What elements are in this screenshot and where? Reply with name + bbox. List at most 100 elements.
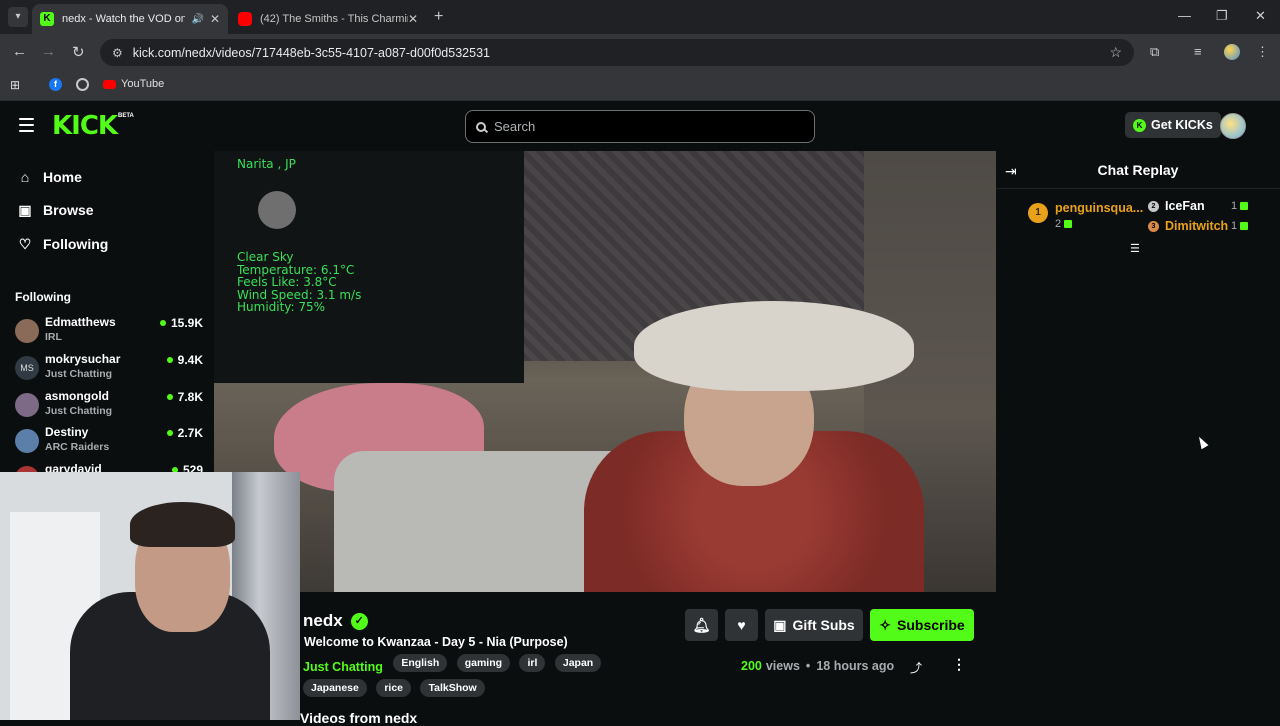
gift-subs-button[interactable]: ▣ Gift Subs [765, 609, 863, 641]
tag[interactable]: TalkShow [420, 679, 485, 697]
extensions-icon[interactable]: ⧉ [1150, 44, 1159, 60]
leaderboard-name[interactable]: penguinsqua... [1055, 201, 1143, 215]
site-header: KICK BETA K Get KICKs [0, 101, 1280, 151]
media-control-icon[interactable]: ≡ [1194, 44, 1202, 59]
address-bar[interactable]: ⚙ kick.com/nedx/videos/717448eb-3c55-410… [100, 39, 1134, 66]
share-icon[interactable]: ⤴ [910, 659, 922, 676]
channel-item[interactable]: MS mokrysuchar Just Chatting 9.4K [15, 352, 203, 384]
restore-icon[interactable]: ❐ [1216, 8, 1228, 24]
tab-kick[interactable]: K nedx - Watch the VOD on K 🔊 ✕ [32, 4, 228, 34]
tab-search-button[interactable]: ▾ [8, 7, 28, 27]
expand-leaderboard-icon[interactable]: ☰ [1130, 242, 1140, 255]
tag[interactable]: irl [519, 654, 546, 672]
channel-item[interactable]: asmongold Just Chatting 7.8K [15, 389, 203, 421]
viewer-count: 7.8K [166, 390, 203, 404]
tag[interactable]: gaming [456, 654, 511, 672]
bookmark-label: YouTube [121, 78, 165, 90]
facebook-icon: f [49, 78, 62, 91]
kick-logo[interactable]: KICK [52, 111, 118, 141]
weather-details: Clear Sky Temperature: 6.1°C Feels Like:… [237, 250, 362, 314]
avatar [15, 393, 39, 417]
back-icon[interactable]: ← [12, 43, 27, 60]
more-from-heading: Videos from nedx [300, 710, 418, 726]
heart-icon: ♥ [737, 617, 746, 633]
rank-3-badge: 3 [1148, 221, 1159, 232]
channel-item[interactable]: Destiny ARC Raiders 2.7K [15, 425, 203, 457]
weather-location: Narita , JP [237, 157, 296, 171]
follow-button[interactable]: ♥ [725, 609, 758, 641]
tag[interactable]: rice [376, 679, 412, 697]
leaderboard-name[interactable]: IceFan [1165, 199, 1205, 213]
live-dot-icon [166, 394, 173, 400]
more-options-icon[interactable]: ⋮ [952, 656, 966, 673]
tag-list: Just Chatting English gaming irl Japan J… [303, 654, 663, 704]
sidebar-item-browse[interactable]: ▣ Browse [16, 199, 94, 221]
search-bar[interactable] [465, 110, 815, 143]
tab-title: nedx - Watch the VOD on K [62, 13, 186, 25]
subscribe-button[interactable]: ✧ Subscribe [870, 609, 974, 641]
close-tab-icon[interactable]: ✕ [408, 12, 418, 26]
reload-icon[interactable]: ↻ [72, 43, 85, 61]
following-heading: Following [15, 290, 71, 304]
get-kicks-label: Get KICKs [1151, 118, 1213, 132]
globe-bookmark[interactable] [76, 78, 89, 91]
kick-favicon-icon: K [40, 12, 54, 26]
youtube-bookmark[interactable]: YouTube [103, 78, 164, 90]
get-kicks-button[interactable]: K Get KICKs [1125, 112, 1221, 138]
tag[interactable]: English [393, 654, 448, 672]
channel-title[interactable]: nedx ✓ [303, 611, 368, 631]
browser-toolbar: ← → ↻ ⚙ kick.com/nedx/videos/717448eb-3c… [0, 34, 1280, 70]
video-stats: 200 views • 18 hours ago [741, 659, 895, 673]
user-avatar[interactable] [1220, 113, 1246, 139]
hamburger-menu-icon[interactable] [19, 118, 34, 136]
rank-2-badge: 2 [1148, 201, 1159, 212]
bookmark-star-icon[interactable]: ☆ [1109, 44, 1122, 61]
channel-item[interactable]: Edmatthews IRL 15.9K [15, 315, 203, 347]
chat-title: Chat Replay [1097, 162, 1179, 178]
tab-youtube[interactable]: (42) The Smiths - This Charming ✕ [230, 4, 426, 34]
minimize-icon[interactable]: — [1178, 8, 1191, 23]
sidebar-item-following[interactable]: ♡ Following [16, 233, 109, 255]
channel-name: Destiny [45, 425, 89, 439]
tag[interactable]: Japanese [303, 679, 367, 697]
gift-icon [1240, 222, 1249, 230]
close-tab-icon[interactable]: ✕ [210, 12, 220, 26]
sidebar-item-label: Home [43, 169, 82, 185]
video-player[interactable]: Narita , JP Clear Sky Temperature: 6.1°C… [214, 151, 996, 592]
channel-name: mokrysuchar [45, 352, 121, 366]
gift-count: 2 [1055, 218, 1073, 230]
sidebar-item-label: Browse [43, 202, 94, 218]
chat-panel: ⇥ Chat Replay 1 penguinsqua... 2 2 IceFa… [996, 151, 1280, 720]
speaker-icon[interactable]: 🔊 [191, 14, 203, 25]
webcam-overlay [0, 472, 300, 720]
weather-overlay: Narita , JP Clear Sky Temperature: 6.1°C… [214, 151, 524, 383]
viewer-count: 9.4K [166, 353, 203, 367]
avatar [15, 429, 39, 453]
avatar: MS [15, 356, 39, 380]
sparkle-icon: ✧ [879, 616, 892, 633]
leaderboard-name[interactable]: Dimitwitch [1165, 219, 1228, 233]
category-link[interactable]: Just Chatting [303, 658, 383, 676]
notification-bell-button[interactable]: 🔔︎ [685, 609, 718, 641]
sidebar-item-label: Following [43, 236, 109, 252]
new-tab-icon[interactable]: + [434, 8, 443, 26]
facebook-bookmark[interactable]: f [49, 78, 62, 91]
menu-icon[interactable]: ⋮ [1256, 44, 1269, 60]
apps-icon[interactable]: ⊞ [10, 78, 20, 92]
site-info-icon[interactable]: ⚙ [112, 46, 123, 60]
stream-title: Welcome to Kwanzaa - Day 5 - Nia (Purpos… [304, 635, 568, 649]
moon-icon [258, 191, 296, 229]
forward-icon[interactable]: → [41, 43, 56, 60]
search-input[interactable] [494, 119, 794, 134]
rank-1-badge: 1 [1028, 203, 1048, 223]
browser-profile-avatar[interactable] [1224, 44, 1240, 60]
gift-count: 1 [1231, 220, 1249, 232]
sidebar-item-home[interactable]: ⌂ Home [16, 166, 82, 188]
tag[interactable]: Japan [554, 654, 602, 672]
close-window-icon[interactable]: ✕ [1255, 8, 1266, 24]
viewer-count: 2.7K [166, 426, 203, 440]
cowboy-hat [634, 301, 914, 391]
avatar [15, 319, 39, 343]
beta-badge: BETA [118, 113, 134, 119]
tab-title: (42) The Smiths - This Charming [260, 13, 408, 25]
